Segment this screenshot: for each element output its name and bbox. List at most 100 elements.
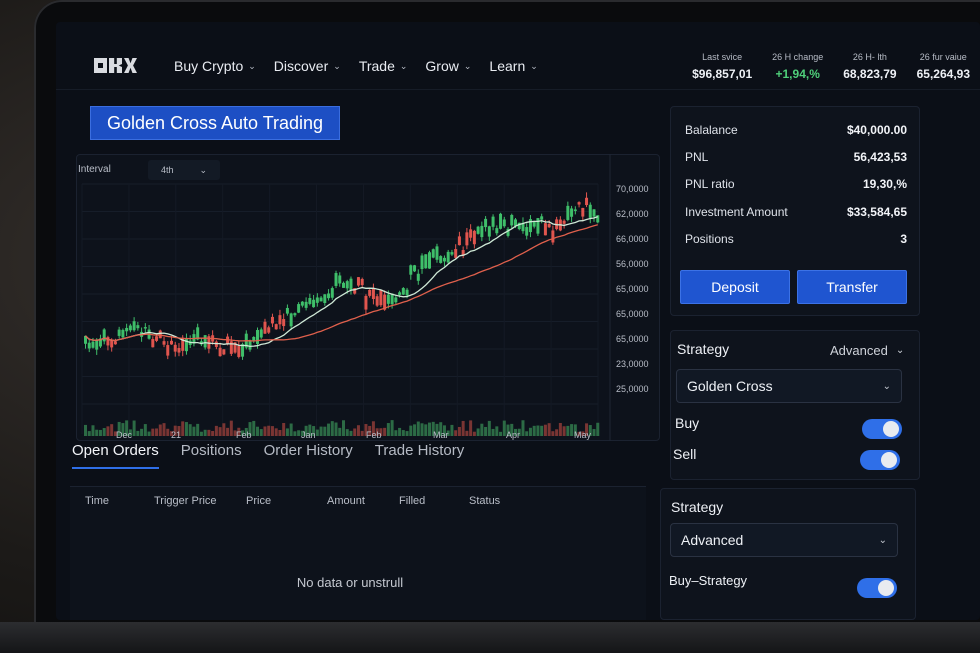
candle-body [132,321,136,331]
chevron-down-icon: ⌄ [199,164,208,175]
ticker-label: 26 H- lth [852,52,887,62]
candle-body [218,347,222,357]
chevron-down-icon: ⌄ [530,60,538,71]
volume-bar [592,429,596,436]
price-chart[interactable]: 70,0000 62,0000 66,0000 56,0000 65,0000 65,00… [76,154,660,441]
volume-bar [525,431,529,436]
volume-bar [409,425,413,436]
candle-body [345,281,349,289]
column-header-filled[interactable]: Filled [399,495,425,507]
ticker-label: 26 H change [772,52,824,62]
strategy-select[interactable]: Golden Cross ⌄ [676,369,902,403]
volume-bar [207,429,211,436]
candle-body [398,292,402,295]
volume-bar [91,425,95,436]
okx-logo[interactable] [94,58,137,73]
candle-body [480,225,484,238]
volume-bar [383,427,387,436]
volume-bar [551,431,555,436]
ticker-value: +1,94,% [775,67,820,81]
volume-bar [461,420,465,436]
volume-bar [360,430,364,436]
sell-toggle[interactable] [860,450,900,470]
orders-table-header: Time Trigger Price Price Amount Filled S… [70,495,646,517]
candle-body [360,278,364,286]
candle-body [267,327,271,333]
y-tick-label: 65,0000 [616,309,649,319]
nav-discover[interactable]: Discover ⌄ [274,58,341,74]
sell-label: Sell [673,446,697,462]
volume-bar [87,431,91,436]
volume-bar [140,428,144,436]
candle-body [274,324,278,330]
volume-bar [203,429,207,436]
volume-bar [218,427,222,436]
tab-positions[interactable]: Positions [181,442,242,469]
volume-bar [263,426,267,436]
strategy-advanced-select[interactable]: Advanced ⌄ [670,523,898,557]
nav-trade[interactable]: Trade ⌄ [359,58,408,74]
nav-buy-crypto[interactable]: Buy Crypto ⌄ [174,58,256,74]
candle-body [435,246,439,260]
candle-body [442,257,446,262]
column-header-price[interactable]: Price [246,495,271,507]
candle-body [543,223,547,236]
column-header-time[interactable]: Time [85,495,109,507]
candle-body [248,340,252,350]
candle-body [91,341,95,348]
volume-bar [401,430,405,436]
candle-body [173,344,177,352]
candle-body [315,297,319,303]
ticker-24h-change: 26 H change +1,94,% [772,52,823,81]
volume-bar [270,426,274,436]
tab-open-orders[interactable]: Open Orders [72,442,159,469]
transfer-button[interactable]: Transfer [797,270,907,304]
volume-bar [555,429,559,436]
candle-body [487,226,491,237]
buy-toggle[interactable] [862,419,902,439]
volume-bar [289,423,293,436]
tab-order-history[interactable]: Order History [264,442,353,469]
y-tick-label: 66,0000 [616,234,649,244]
chevron-down-icon: ⌄ [463,60,472,71]
logo-block [94,58,107,73]
ticker-last-price: Last svice $96,857,01 [692,52,752,81]
ticker-label: 26 fur vaiue [919,52,967,62]
volume-bar [596,422,600,436]
column-header-status[interactable]: Status [469,495,500,507]
candle-body [285,307,289,314]
candle-body [117,329,121,336]
candle-body [547,223,551,228]
volume-bar [188,424,192,436]
candle-body [428,252,431,269]
orders-tabs: Open Orders Positions Order History Trad… [72,442,464,469]
candle-body [495,228,499,234]
volume-bar [566,425,570,436]
candle-body [472,230,476,245]
top-header: Buy Crypto ⌄ Discover ⌄ Trade ⌄ Grow ⌄ Learn… [56,22,980,90]
interval-label: Interval [78,164,111,175]
candle-body [592,209,596,217]
nav-grow[interactable]: Grow ⌄ [425,58,471,74]
strategy-mode-dropdown[interactable]: Advanced ⌄ [830,343,904,358]
slow-ma-line [85,224,598,342]
candle-body [416,273,420,281]
volume-bar [398,427,402,436]
account-key: Investment Amount [685,205,788,219]
volume-bar [98,429,102,436]
volume-bar [158,424,162,436]
buy-strategy-toggle[interactable] [857,578,897,598]
deposit-button[interactable]: Deposit [680,270,790,304]
toggle-knob [881,452,897,468]
chevron-down-icon: ⌄ [878,534,887,546]
interval-select[interactable]: 4th ⌄ [148,160,220,180]
candle-body [143,327,147,329]
volume-bar [184,422,188,436]
volume-bar [465,430,469,436]
tab-trade-history[interactable]: Trade History [375,442,464,469]
column-header-trigger-price[interactable]: Trigger Price [154,495,217,507]
toggle-knob [883,421,899,437]
strategy-mode-value: Advanced [830,343,888,358]
nav-learn[interactable]: Learn ⌄ [489,58,537,74]
column-header-amount[interactable]: Amount [327,495,365,507]
